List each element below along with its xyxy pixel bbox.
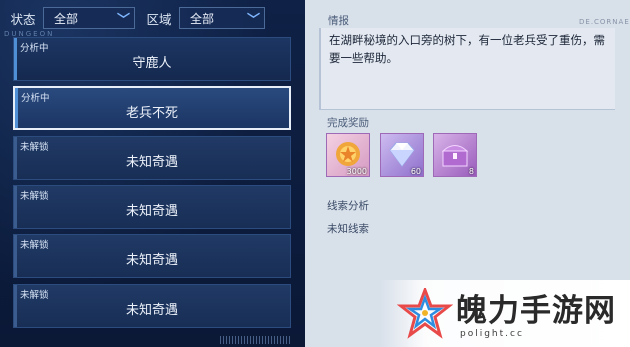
quest-card-selected[interactable]: 分析中 老兵不死 — [13, 86, 291, 130]
quest-card[interactable]: 未解锁 未知奇遇 — [13, 234, 291, 278]
region-filter-select[interactable]: 全部 ﹀ — [179, 7, 265, 29]
barcode-decoration — [220, 336, 290, 344]
chevron-down-icon: ﹀ — [116, 12, 130, 28]
info-text: 在湖畔秘境的入口旁的树下，有一位老兵受了重伤，需要一些帮助。 — [319, 28, 615, 110]
chevron-down-icon: ﹀ — [246, 12, 260, 28]
clue-text: 未知线索 — [327, 223, 369, 235]
quest-card[interactable]: 未解锁 未知奇遇 — [13, 284, 291, 328]
reward-count: 8 — [468, 167, 474, 176]
quest-title: 未知奇遇 — [125, 155, 178, 170]
region-filter-label: 区域 — [146, 11, 172, 27]
info-title: 情报 — [328, 15, 349, 27]
reward-count: 60 — [410, 167, 421, 176]
quest-title: 未知奇遇 — [125, 253, 178, 268]
info-tag: DE.CORNAE — [579, 18, 630, 26]
region-filter-value: 全部 — [190, 11, 215, 26]
reward-gold[interactable]: 3000 — [326, 133, 370, 177]
watermark-logo-icon — [397, 288, 453, 339]
reward-count: 3000 — [346, 167, 367, 176]
quest-title: 老兵不死 — [125, 106, 178, 121]
quest-card[interactable]: 未解锁 未知奇遇 — [13, 136, 291, 180]
quest-title: 未知奇遇 — [125, 204, 178, 219]
quest-list-panel: 状态 全部 ﹀ 区域 全部 ﹀ DUNGEON 分析中 守鹿人 分析中 老兵不死… — [0, 0, 305, 347]
reward-diamond[interactable]: 60 — [380, 133, 424, 177]
reward-title: 完成奖励 — [327, 117, 369, 129]
status-filter-label: 状态 — [10, 11, 36, 27]
reward-chest[interactable]: 8 — [433, 133, 477, 177]
clue-title: 线索分析 — [327, 200, 369, 212]
status-filter-value: 全部 — [54, 11, 79, 26]
quest-title: 未知奇遇 — [125, 303, 178, 318]
quest-card[interactable]: 分析中 守鹿人 — [13, 37, 291, 81]
watermark-text: 魄力手游网 — [456, 293, 616, 329]
watermark-url: polight.cc — [460, 329, 524, 339]
status-filter-select[interactable]: 全部 ﹀ — [43, 7, 135, 29]
filter-bar: 状态 全部 ﹀ 区域 全部 ﹀ — [3, 5, 265, 31]
quest-title: 守鹿人 — [132, 56, 172, 71]
quest-card[interactable]: 未解锁 未知奇遇 — [13, 185, 291, 229]
